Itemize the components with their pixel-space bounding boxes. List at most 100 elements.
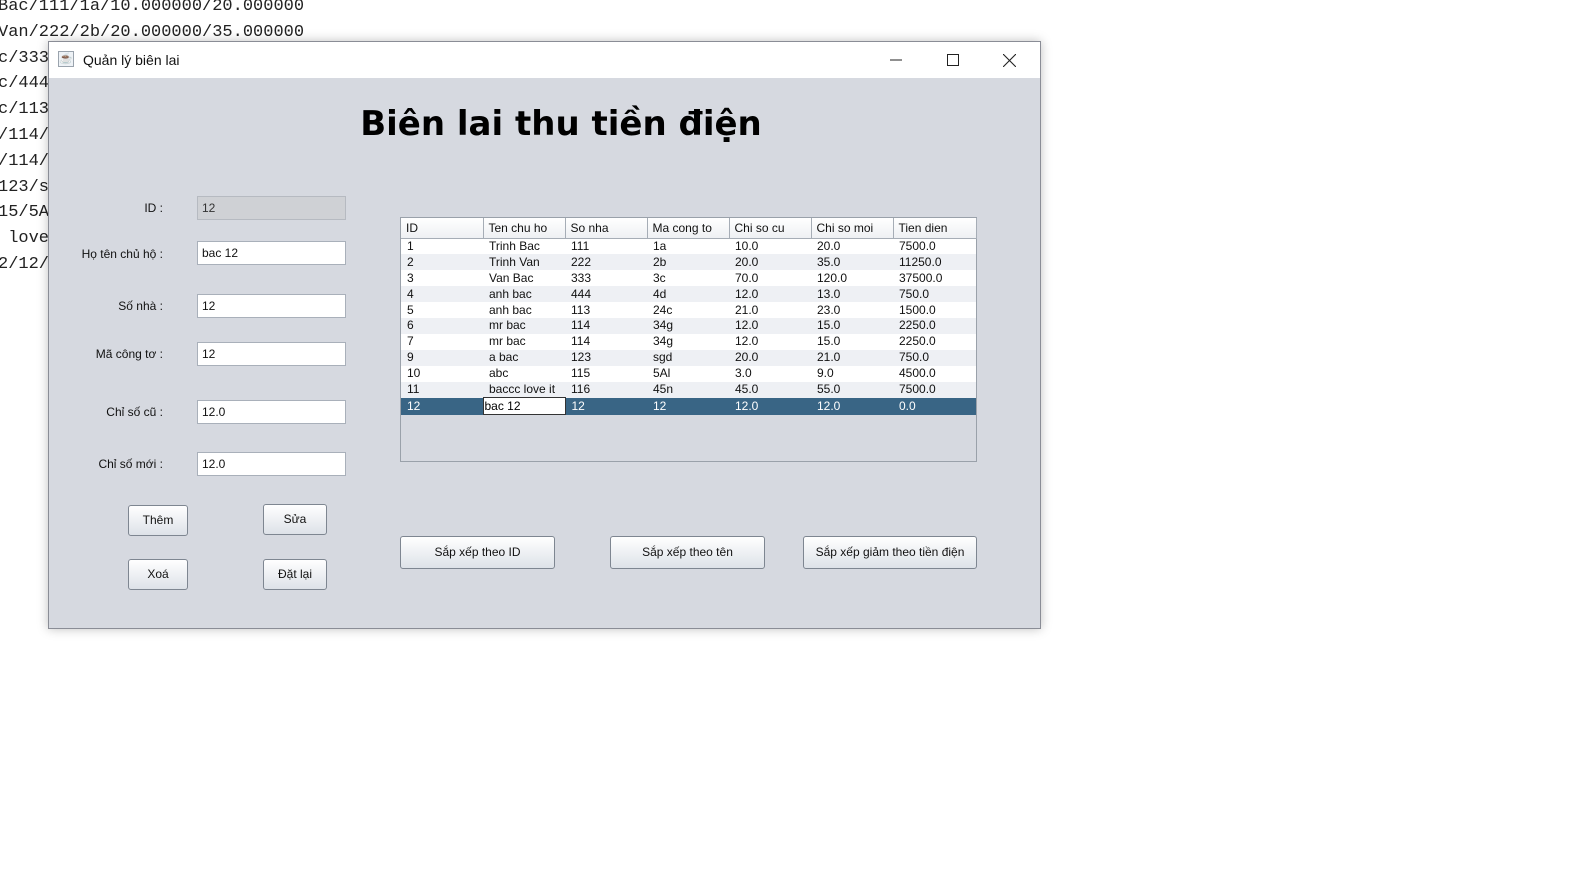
cell-meter-code[interactable]: 4d xyxy=(647,286,729,303)
cell-new-reading[interactable]: 13.0 xyxy=(811,286,893,303)
cell-bill-amount[interactable]: 750.0 xyxy=(893,349,976,366)
table-row[interactable]: 11 baccc love it 116 45n 45.0 55.0 7500.0 xyxy=(401,381,976,398)
cell-house-number[interactable]: 113 xyxy=(565,302,647,318)
table-row[interactable]: 2 Trinh Van 222 2b 20.0 35.0 11250.0 xyxy=(401,254,976,271)
cell-id[interactable]: 9 xyxy=(401,349,483,366)
cell-new-reading[interactable]: 15.0 xyxy=(811,333,893,350)
cell-id[interactable]: 1 xyxy=(401,238,483,255)
cell-bill-amount[interactable]: 0.0 xyxy=(893,397,976,415)
cell-old-reading[interactable]: 20.0 xyxy=(729,349,811,366)
cell-meter-code[interactable]: 12 xyxy=(647,397,729,415)
cell-owner-name[interactable]: Trinh Van xyxy=(483,254,565,271)
cell-old-reading[interactable]: 20.0 xyxy=(729,254,811,271)
cell-owner-name[interactable]: Trinh Bac xyxy=(483,238,565,255)
cell-owner-name[interactable]: bac 12 xyxy=(482,397,566,416)
cell-meter-code[interactable]: sgd xyxy=(647,349,729,366)
column-header-bill-amount[interactable]: Tien dien xyxy=(893,218,977,239)
table-row[interactable]: 5 anh bac 113 24c 21.0 23.0 1500.0 xyxy=(401,302,976,318)
column-header-owner-name[interactable]: Ten chu ho xyxy=(483,218,566,239)
cell-bill-amount[interactable]: 11250.0 xyxy=(893,254,976,271)
old-reading-field[interactable] xyxy=(197,400,346,424)
cell-new-reading[interactable]: 120.0 xyxy=(811,270,893,287)
cell-house-number[interactable]: 111 xyxy=(565,238,647,255)
table-row[interactable]: 3 Van Bac 333 3c 70.0 120.0 37500.0 xyxy=(401,270,976,287)
cell-owner-name[interactable]: anh bac xyxy=(483,302,565,318)
cell-new-reading[interactable]: 15.0 xyxy=(811,317,893,334)
cell-new-reading[interactable]: 20.0 xyxy=(811,238,893,255)
cell-old-reading[interactable]: 12.0 xyxy=(729,286,811,303)
cell-bill-amount[interactable]: 4500.0 xyxy=(893,365,976,382)
column-header-house-number[interactable]: So nha xyxy=(565,218,648,239)
cell-owner-name[interactable]: anh bac xyxy=(483,286,565,303)
cell-id[interactable]: 5 xyxy=(401,302,483,318)
cell-owner-name[interactable]: baccc love it xyxy=(483,381,565,398)
table-row[interactable]: 9a bac 123 sgd 20.0 21.0 750.0 xyxy=(401,349,976,366)
cell-owner-name[interactable]: mr bac xyxy=(483,317,565,334)
add-button[interactable]: Thêm xyxy=(128,505,188,536)
cell-house-number[interactable]: 222 xyxy=(565,254,647,271)
column-header-new-reading[interactable]: Chi so moi xyxy=(811,218,894,239)
bill-table-panel[interactable]: ID Ten chu ho So nha Ma cong to Chi so c… xyxy=(400,217,977,462)
cell-meter-code[interactable]: 34g xyxy=(647,333,729,350)
cell-new-reading[interactable]: 21.0 xyxy=(811,349,893,366)
cell-old-reading[interactable]: 10.0 xyxy=(729,238,811,255)
table-row[interactable]: 7 mr bac 114 34g 12.0 15.0 2250.0 xyxy=(401,333,976,350)
cell-bill-amount[interactable]: 1500.0 xyxy=(893,302,976,318)
cell-old-reading[interactable]: 12.0 xyxy=(729,397,811,415)
cell-id[interactable]: 3 xyxy=(401,270,483,287)
cell-new-reading[interactable]: 9.0 xyxy=(811,365,893,382)
sort-by-name-button[interactable]: Sắp xếp theo tên xyxy=(610,536,765,569)
cell-house-number[interactable]: 123 xyxy=(565,349,647,366)
owner-name-field[interactable] xyxy=(197,241,346,265)
column-header-id[interactable]: ID xyxy=(401,218,484,239)
cell-new-reading[interactable]: 35.0 xyxy=(811,254,893,271)
cell-bill-amount[interactable]: 7500.0 xyxy=(893,238,976,255)
column-header-old-reading[interactable]: Chi so cu xyxy=(729,218,812,239)
cell-old-reading[interactable]: 12.0 xyxy=(729,333,811,350)
cell-owner-name[interactable]: abc xyxy=(483,365,565,382)
cell-id[interactable]: 2 xyxy=(401,254,483,271)
sort-by-bill-desc-button[interactable]: Sắp xếp giảm theo tiền điện xyxy=(803,536,977,569)
cell-meter-code[interactable]: 5Al xyxy=(647,365,729,382)
cell-meter-code[interactable]: 3c xyxy=(647,270,729,287)
cell-house-number[interactable]: 114 xyxy=(565,317,647,334)
cell-owner-name[interactable]: Van Bac xyxy=(483,270,565,287)
cell-bill-amount[interactable]: 2250.0 xyxy=(893,317,976,334)
house-number-field[interactable] xyxy=(197,294,346,318)
cell-old-reading[interactable]: 45.0 xyxy=(729,381,811,398)
cell-house-number[interactable]: 115 xyxy=(565,365,647,382)
cell-house-number[interactable]: 333 xyxy=(565,270,647,287)
cell-id[interactable]: 6 xyxy=(401,317,483,334)
minimize-button[interactable] xyxy=(867,42,924,78)
close-button[interactable] xyxy=(981,42,1038,78)
table-row[interactable]: 1 Trinh Bac 111 1a 10.0 20.0 7500.0 xyxy=(401,238,976,255)
cell-meter-code[interactable]: 45n xyxy=(647,381,729,398)
cell-house-number[interactable]: 444 xyxy=(565,286,647,303)
cell-old-reading[interactable]: 70.0 xyxy=(729,270,811,287)
cell-id[interactable]: 10 xyxy=(401,365,483,382)
cell-house-number[interactable]: 116 xyxy=(565,381,647,398)
cell-bill-amount[interactable]: 750.0 xyxy=(893,286,976,303)
cell-owner-name[interactable]: a bac xyxy=(483,349,565,366)
cell-new-reading[interactable]: 12.0 xyxy=(811,397,893,415)
cell-owner-name[interactable]: mr bac xyxy=(483,333,565,350)
sort-by-id-button[interactable]: Sắp xếp theo ID xyxy=(400,536,555,569)
maximize-button[interactable] xyxy=(924,42,981,78)
edit-button[interactable]: Sửa xyxy=(263,504,327,535)
table-row[interactable]: 12 bac 12 12 12 12.0 12.0 0.0 xyxy=(401,397,976,416)
cell-new-reading[interactable]: 23.0 xyxy=(811,302,893,318)
bill-table[interactable]: ID Ten chu ho So nha Ma cong to Chi so c… xyxy=(401,218,977,416)
delete-button[interactable]: Xoá xyxy=(128,559,188,590)
cell-new-reading[interactable]: 55.0 xyxy=(811,381,893,398)
title-bar[interactable]: ☕ Quản lý biên lai xyxy=(49,42,1040,78)
cell-house-number[interactable]: 114 xyxy=(565,333,647,350)
cell-bill-amount[interactable]: 2250.0 xyxy=(893,333,976,350)
new-reading-field[interactable] xyxy=(197,452,346,476)
table-row[interactable]: 10 abc 115 5Al 3.0 9.0 4500.0 xyxy=(401,365,976,382)
cell-id[interactable]: 7 xyxy=(401,333,483,350)
cell-meter-code[interactable]: 2b xyxy=(647,254,729,271)
cell-meter-code[interactable]: 34g xyxy=(647,317,729,334)
cell-old-reading[interactable]: 3.0 xyxy=(729,365,811,382)
cell-id[interactable]: 12 xyxy=(401,397,483,415)
cell-house-number[interactable]: 12 xyxy=(565,397,647,415)
